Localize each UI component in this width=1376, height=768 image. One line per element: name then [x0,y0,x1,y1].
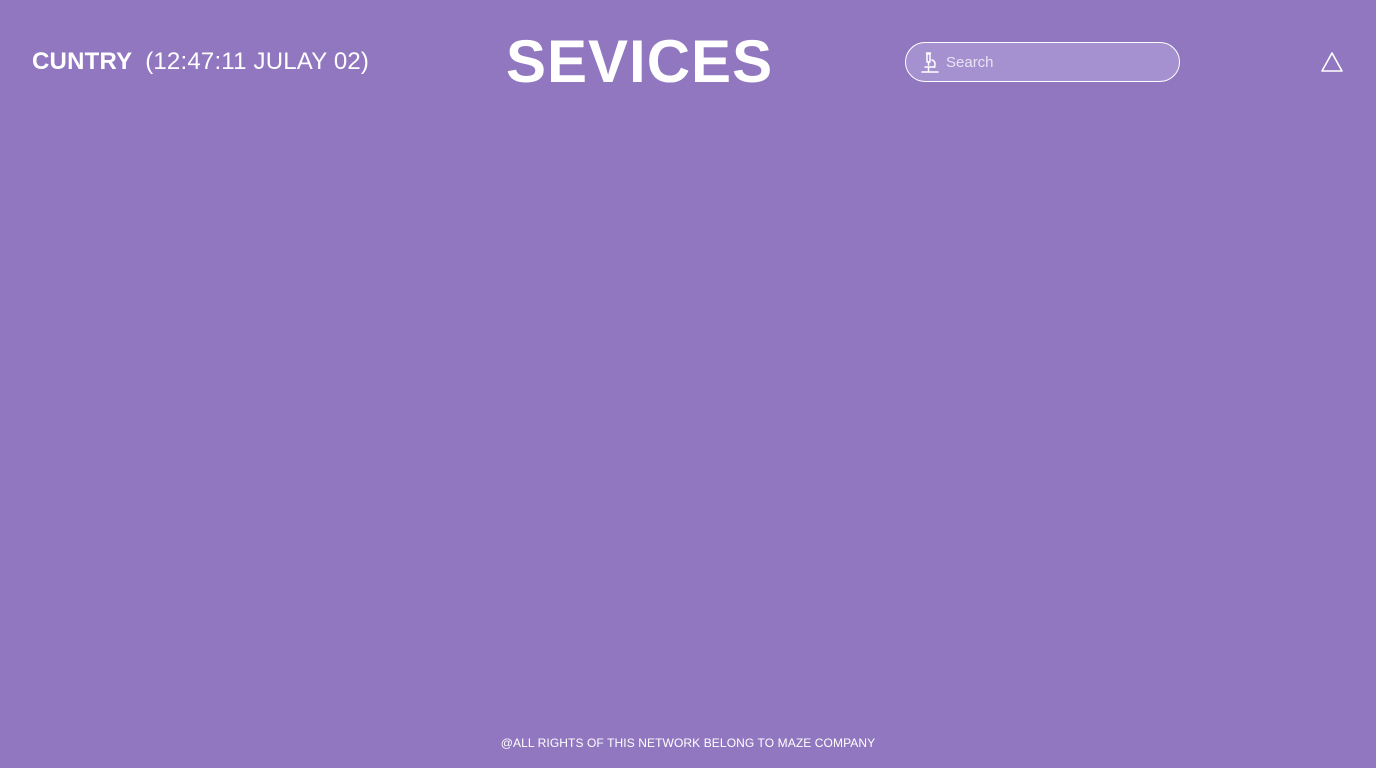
microscope-icon [921,52,939,73]
page-title: SEVICES [506,28,774,95]
current-time: (12:47:11 JULAY 02) [145,48,370,75]
search-input[interactable] [946,43,1171,81]
top-bar: CUNTRY (12:47:11 JULAY 02) SEVICES [0,0,1376,124]
country-name: CUNTRY [32,48,133,75]
footer-copyright: @ALL RIGHTS OF THIS NETWORK BELONG TO MA… [500,736,876,750]
triangle-alert-icon[interactable] [1320,50,1344,74]
country-time: CUNTRY (12:47:11 JULAY 02) [32,47,369,77]
search-box[interactable] [905,42,1180,82]
